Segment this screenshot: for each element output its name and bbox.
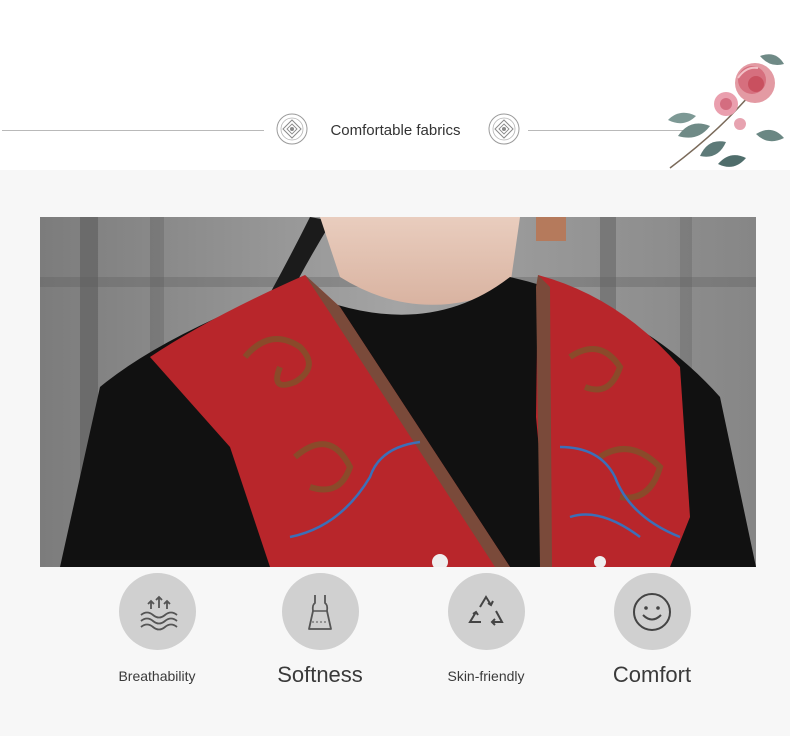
breathability-icon <box>140 595 178 630</box>
smiley-icon <box>633 592 671 631</box>
feature-label: Breathability <box>118 668 196 684</box>
feature-comfort: Comfort <box>572 570 732 688</box>
knot-ornament-icon <box>276 113 308 145</box>
feature-icon-circle <box>118 573 196 650</box>
peony-flower-decoration <box>668 54 784 169</box>
feature-breathability: Breathability <box>77 570 237 684</box>
header-banner: Comfortable fabrics <box>0 0 790 170</box>
feature-icon-circle <box>447 573 525 650</box>
dress-icon <box>308 594 332 630</box>
section-title: Comfortable fabrics <box>330 122 461 139</box>
feature-label: Skin-friendly <box>447 668 525 684</box>
feature-icon-circle <box>281 573 359 650</box>
product-photo <box>40 217 756 567</box>
feature-softness: Softness <box>240 570 400 688</box>
recycle-icon <box>468 594 504 626</box>
feature-icon-circle <box>613 573 691 650</box>
feature-list: Breathability Softness Skin-friendly Com… <box>0 570 790 710</box>
vest-closeup-image <box>40 217 756 567</box>
feature-skin-friendly: Skin-friendly <box>406 570 566 684</box>
divider-line-left <box>2 130 264 131</box>
knot-ornament-icon <box>488 113 520 145</box>
feature-label: Softness <box>277 662 363 687</box>
feature-label: Comfort <box>612 662 692 687</box>
